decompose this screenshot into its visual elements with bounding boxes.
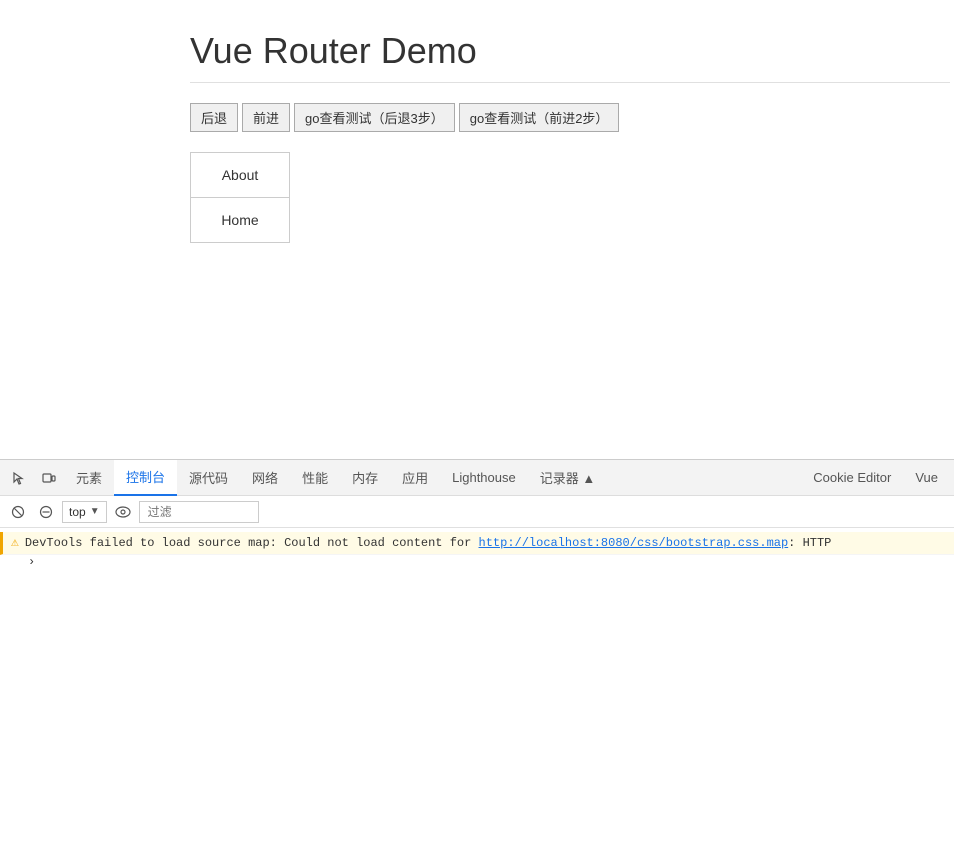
console-text-after: : HTTP [788, 536, 831, 550]
forward-button[interactable]: 前进 [242, 103, 290, 132]
button-row: 后退 前进 go查看测试（后退3步） go查看测试（前进2步） [190, 103, 954, 132]
devtools-device-icon[interactable] [34, 463, 64, 493]
page-title: Vue Router Demo [190, 30, 950, 83]
tab-performance[interactable]: 性能 [290, 460, 340, 496]
tab-sources[interactable]: 源代码 [177, 460, 240, 496]
console-link[interactable]: http://localhost:8080/css/bootstrap.css.… [479, 536, 789, 550]
tab-cookie-editor[interactable]: Cookie Editor [801, 460, 903, 496]
console-warning-line: ⚠ DevTools failed to load source map: Co… [0, 532, 954, 555]
chevron-down-icon: ▼ [90, 506, 100, 517]
nav-about[interactable]: About [191, 153, 289, 198]
tab-elements[interactable]: 元素 [64, 460, 114, 496]
top-label: top [69, 505, 86, 519]
go-back-3-button[interactable]: go查看测试（后退3步） [294, 103, 455, 132]
go-forward-2-button[interactable]: go查看测试（前进2步） [459, 103, 620, 132]
eye-icon[interactable] [111, 500, 135, 524]
filter-input[interactable] [139, 501, 259, 523]
devtools-panel: 元素 控制台 源代码 网络 性能 内存 应用 Lighthouse 记录器 ▲ … [0, 460, 954, 856]
tab-lighthouse[interactable]: Lighthouse [440, 460, 528, 496]
clear-console-icon[interactable] [6, 500, 30, 524]
console-continuation: › [0, 555, 954, 571]
tab-memory[interactable]: 内存 [340, 460, 390, 496]
console-text-before: DevTools failed to load source map: Coul… [25, 536, 479, 550]
main-content: Vue Router Demo 后退 前进 go查看测试（后退3步） go查看测… [0, 0, 954, 460]
devtools-toolbar: top ▼ [0, 496, 954, 528]
nav-home[interactable]: Home [191, 198, 289, 242]
tab-console[interactable]: 控制台 [114, 460, 177, 496]
tab-recorder[interactable]: 记录器 ▲ [528, 460, 607, 496]
stop-icon[interactable] [34, 500, 58, 524]
warning-icon: ⚠ [11, 535, 19, 550]
devtools-tabs-bar: 元素 控制台 源代码 网络 性能 内存 应用 Lighthouse 记录器 ▲ … [0, 460, 954, 496]
top-dropdown[interactable]: top ▼ [62, 501, 107, 523]
continuation-icon: › [28, 555, 35, 569]
console-message-text: DevTools failed to load source map: Coul… [25, 534, 832, 552]
tab-network[interactable]: 网络 [240, 460, 290, 496]
tab-application[interactable]: 应用 [390, 460, 440, 496]
devtools-console: ⚠ DevTools failed to load source map: Co… [0, 528, 954, 856]
devtools-inspect-icon[interactable] [4, 463, 34, 493]
back-button[interactable]: 后退 [190, 103, 238, 132]
tab-vue[interactable]: Vue [903, 460, 950, 496]
nav-box: About Home [190, 152, 290, 243]
